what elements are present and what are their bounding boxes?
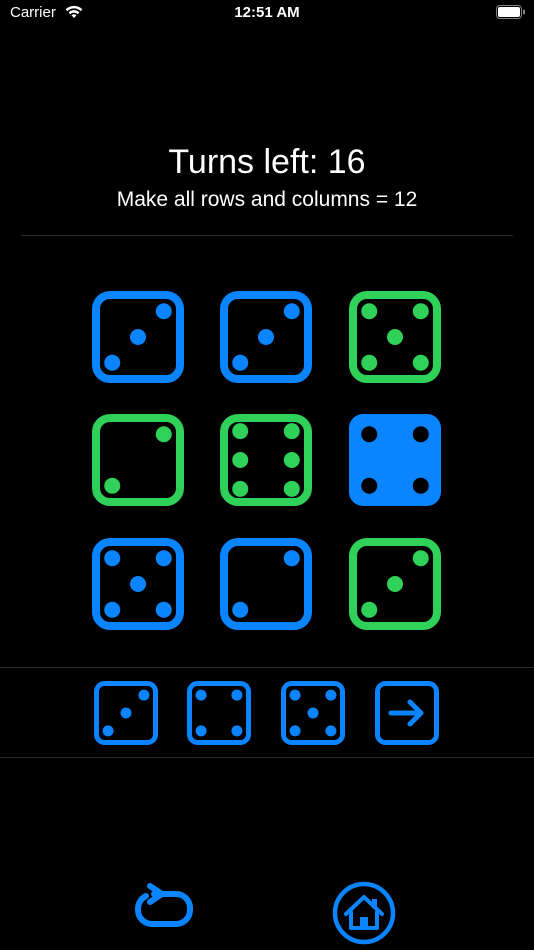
die-pip [104,477,121,494]
die-pip [361,354,378,371]
die-pip [412,477,429,494]
die-pip [412,426,429,443]
die-pip [361,601,378,618]
board-die-r2-c2[interactable] [220,414,312,506]
die-pip [387,329,403,345]
die-face [349,414,441,506]
board-die-r1-c3[interactable] [349,291,441,383]
tray-die-3[interactable] [281,681,345,745]
die-pip [231,725,243,737]
die-pip [232,601,249,618]
die-pip [155,601,172,618]
die-pip [155,303,172,320]
die-pip [120,707,132,719]
die-pip [104,550,121,567]
die-pip [130,576,146,592]
die-pip [361,426,378,443]
die-pip [289,689,301,701]
die-pip [307,707,319,719]
die-pip [195,725,207,737]
divider [0,667,534,668]
board-die-r2-c1[interactable] [92,414,184,506]
die-pip [361,477,378,494]
die-pip [195,689,207,701]
die-pip [130,329,146,345]
restart-button[interactable] [128,880,200,940]
die-pip [412,354,429,371]
die-pip [232,354,249,371]
home-icon [332,881,396,945]
die-pip [325,689,337,701]
board-die-r3-c3[interactable] [349,538,441,630]
die-pip [232,480,249,497]
die-pip [155,426,172,443]
board-die-r1-c2[interactable] [220,291,312,383]
die-pip [258,329,274,345]
die-pip [412,303,429,320]
die-pip [361,303,378,320]
die-pip [283,303,300,320]
board-die-r2-c3[interactable] [349,414,441,506]
die-pip [387,576,403,592]
die-pip [232,452,249,468]
die-pip [289,725,301,737]
die-pip [283,550,300,567]
dice-board [0,0,534,650]
die-pip [325,725,337,737]
die-pip [412,550,429,567]
die-pip [283,423,300,440]
board-die-r3-c2[interactable] [220,538,312,630]
board-die-r1-c1[interactable] [92,291,184,383]
home-button[interactable] [332,881,396,945]
die-pip [104,601,121,618]
die-pip [283,480,300,497]
die-pip [231,689,243,701]
restart-icon [135,883,193,927]
die-pip [104,354,121,371]
next-button[interactable] [375,681,439,745]
arrow-right-icon [375,681,439,745]
die-pip [232,423,249,440]
die-pip [138,689,150,701]
tray-die-1[interactable] [94,681,158,745]
die-pip [283,452,300,468]
tray-die-2[interactable] [187,681,251,745]
divider [0,757,534,758]
die-pip [155,550,172,567]
die-pip [102,725,114,737]
board-die-r3-c1[interactable] [92,538,184,630]
